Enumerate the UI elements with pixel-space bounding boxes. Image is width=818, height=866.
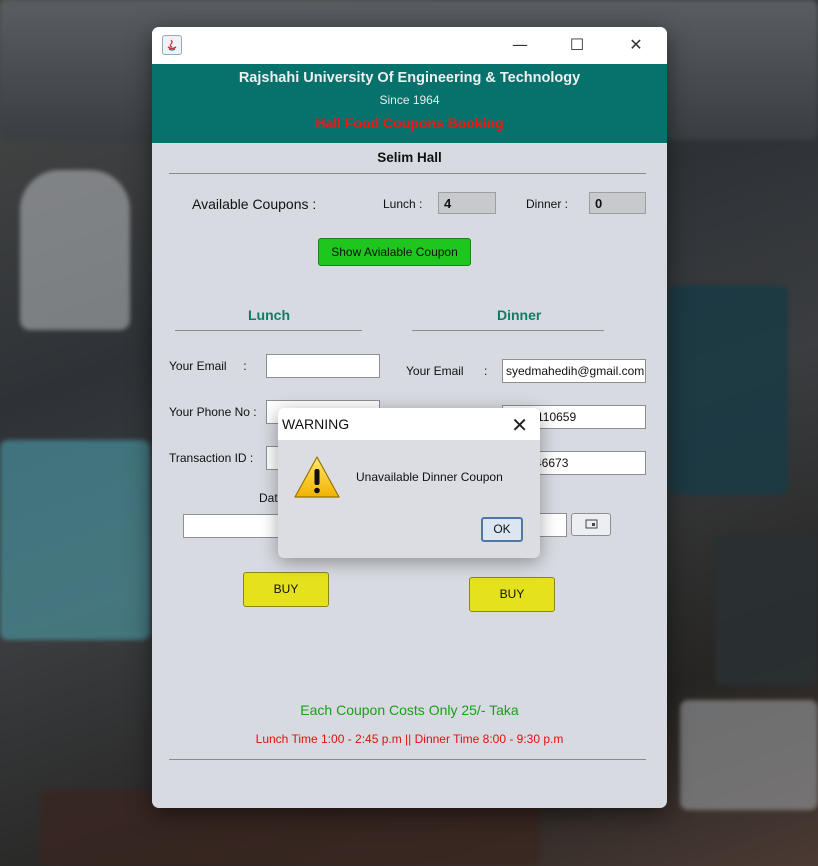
lunch-email-input[interactable]	[266, 354, 380, 378]
lunch-date-label: Dat	[259, 491, 278, 505]
minimize-button[interactable]: —	[498, 32, 542, 58]
dinner-buy-button[interactable]: BUY	[469, 577, 555, 612]
lunch-divider	[175, 330, 362, 331]
meal-time-text: Lunch Time 1:00 - 2:45 p.m || Dinner Tim…	[255, 732, 564, 746]
hall-name: Selim Hall	[377, 150, 442, 165]
since-label: Since 1964	[379, 93, 440, 107]
app-header: Rajshahi University Of Engineering & Tec…	[152, 64, 667, 143]
dinner-count-value: 0	[589, 192, 646, 214]
booking-title: Hall Food Coupons Booking	[315, 115, 504, 131]
warning-icon	[294, 456, 340, 498]
title-bar: — ☐ ✕	[152, 27, 667, 64]
calendar-button[interactable]	[571, 513, 611, 536]
dinner-email-colon: :	[484, 364, 488, 378]
dinner-divider	[412, 330, 604, 331]
lunch-transaction-label: Transaction ID :	[169, 451, 254, 465]
dialog-title-bar: WARNING ✕	[278, 408, 540, 440]
show-available-coupon-button[interactable]: Show Avialable Coupon	[318, 238, 471, 266]
dialog-message: Unavailable Dinner Coupon	[356, 470, 503, 484]
coupon-cost-text: Each Coupon Costs Only 25/- Taka	[300, 702, 519, 718]
dinner-email-input[interactable]: syedmahedih@gmail.com	[502, 359, 646, 383]
university-title: Rajshahi University Of Engineering & Tec…	[238, 70, 581, 86]
dinner-email-label: Your Email	[406, 364, 464, 378]
dialog-close-button[interactable]: ✕	[511, 413, 528, 437]
divider	[169, 173, 646, 174]
warning-dialog: WARNING ✕ Unavailable Dinner Coupon OK	[278, 408, 540, 558]
lunch-phone-label: Your Phone No :	[169, 405, 257, 419]
lunch-count-value: 4	[438, 192, 496, 214]
dialog-title: WARNING	[282, 416, 350, 432]
lunch-email-label: Your Email :	[169, 359, 247, 373]
lunch-count-label: Lunch :	[383, 197, 423, 211]
lunch-section-title: Lunch	[248, 307, 290, 323]
footer-divider	[169, 759, 646, 760]
dinner-count-label: Dinner :	[526, 197, 569, 211]
calendar-icon	[585, 519, 598, 529]
available-coupons-label: Available Coupons :	[192, 196, 317, 212]
close-button[interactable]: ✕	[614, 32, 658, 58]
dinner-section-title: Dinner	[497, 307, 542, 323]
maximize-button[interactable]: ☐	[555, 32, 599, 58]
ok-button[interactable]: OK	[481, 517, 523, 542]
lunch-buy-button[interactable]: BUY	[243, 572, 329, 607]
java-app-icon	[162, 35, 182, 55]
